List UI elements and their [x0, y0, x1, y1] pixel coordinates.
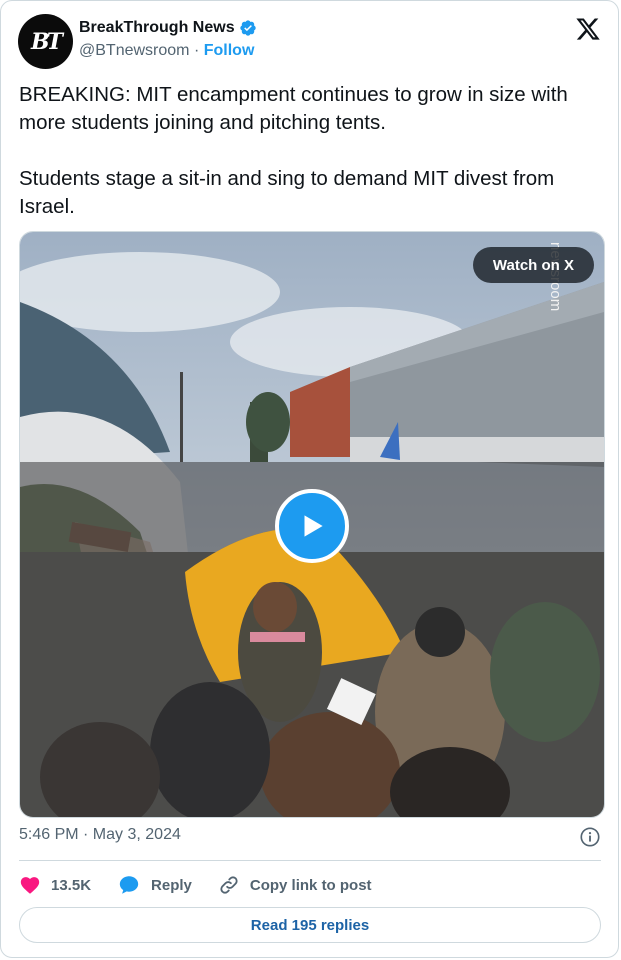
info-icon[interactable] — [579, 826, 601, 848]
author-name-row: BreakThrough News — [79, 19, 257, 37]
tweet-text: BREAKING: MIT encampment continues to gr… — [19, 83, 568, 218]
tweet-timestamp[interactable]: 5:46 PM · May 3, 2024 — [19, 826, 181, 844]
reply-button[interactable]: Reply — [117, 874, 192, 896]
link-icon — [220, 876, 238, 894]
action-bar: 13.5K Reply Copy link to post — [19, 871, 398, 899]
copy-link-button[interactable]: Copy link to post — [218, 874, 372, 896]
watch-on-x-button[interactable]: Watch on X — [472, 247, 594, 283]
copy-link-label: Copy link to post — [249, 876, 372, 894]
read-replies-button[interactable]: Read 195 replies — [19, 907, 601, 943]
avatar-logo-text: BT — [31, 28, 63, 55]
author-handle-row: @BTnewsroom · Follow — [79, 42, 254, 60]
like-count: 13.5K — [51, 876, 92, 894]
like-button[interactable]: 13.5K — [19, 874, 91, 896]
x-logo-icon[interactable] — [575, 16, 601, 42]
tweet-embed-card: BT BreakThrough News @BTnewsroom · Follo… — [0, 0, 619, 958]
follow-button[interactable]: Follow — [204, 42, 255, 59]
verified-badge-icon — [239, 20, 256, 36]
heart-icon — [20, 877, 40, 894]
author-name[interactable]: BreakThrough News — [79, 19, 235, 37]
tweet-header: BT BreakThrough News @BTnewsroom · Follo… — [18, 14, 601, 70]
video-media[interactable]: newsroom Watch on X — [19, 231, 605, 818]
avatar[interactable]: BT — [18, 14, 73, 69]
play-button[interactable] — [275, 489, 349, 563]
play-icon — [304, 515, 323, 537]
handle-separator: · — [193, 42, 200, 59]
reply-label: Reply — [151, 876, 192, 894]
divider — [19, 860, 601, 861]
reply-bubble-icon — [119, 876, 139, 894]
author-handle[interactable]: @BTnewsroom — [79, 42, 190, 59]
